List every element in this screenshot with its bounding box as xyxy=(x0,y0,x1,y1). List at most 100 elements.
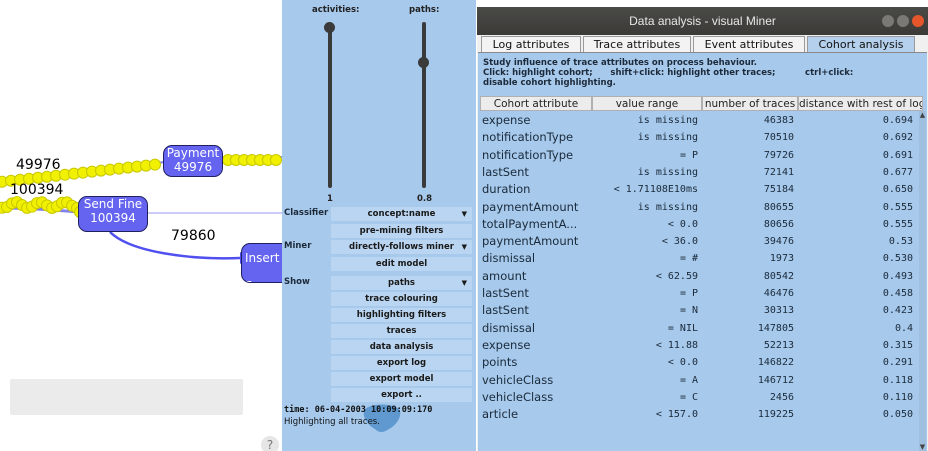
cell-trace-count: 70510 xyxy=(763,132,794,144)
highlighting-filters-button[interactable]: highlighting filters xyxy=(331,308,472,322)
table-row[interactable]: amount < 62.59 80542 0.493 xyxy=(480,268,917,285)
activity-node-insert-fine[interactable]: Insert F xyxy=(241,243,282,283)
table-row[interactable]: duration < 1.71108E10ms 75184 0.650 xyxy=(480,181,917,198)
graph-search-bar[interactable] xyxy=(10,379,243,415)
table-row[interactable]: expense < 11.88 52213 0.315 xyxy=(480,337,917,354)
table-scrollbar[interactable]: ▲ ▼ xyxy=(919,111,926,451)
activity-node-payment[interactable]: Payment 49976 xyxy=(163,145,223,177)
column-header-value-range[interactable]: value range xyxy=(592,96,702,111)
export-model-button[interactable]: export model xyxy=(331,372,472,386)
cell-distance: 0.4 xyxy=(894,322,913,334)
scroll-down-icon[interactable]: ▼ xyxy=(919,443,926,451)
node-count: 49976 xyxy=(173,160,213,174)
description-line: ctrl+click: xyxy=(805,68,854,78)
cell-trace-count: 46383 xyxy=(763,115,794,126)
cell-trace-count: 146712 xyxy=(757,374,794,386)
activities-slider-handle[interactable] xyxy=(324,22,335,33)
table-row[interactable]: paymentAmount is missing 80655 0.555 xyxy=(480,199,917,216)
description-line: shift+click: highlight other traces; xyxy=(610,68,776,78)
trace-colouring-button[interactable]: trace colouring xyxy=(331,292,472,306)
data-analysis-button[interactable]: data analysis xyxy=(331,340,472,354)
help-icon[interactable]: ? xyxy=(261,436,279,451)
close-icon[interactable] xyxy=(912,15,924,27)
cell-attribute: article xyxy=(482,407,519,422)
cell-distance: 0.555 xyxy=(882,218,913,230)
cell-attribute: points xyxy=(482,355,518,370)
cell-distance: 0.555 xyxy=(882,201,913,213)
tab-cohort-analysis[interactable]: Cohort analysis xyxy=(807,36,915,53)
table-row[interactable]: totalPaymentA... < 0.0 80656 0.555 xyxy=(480,216,917,233)
export-log-button[interactable]: export log xyxy=(331,356,472,370)
cell-value-range: < 157.0 xyxy=(655,409,698,421)
table-row[interactable]: article < 157.0 119225 0.050 xyxy=(480,406,917,423)
minimize-icon[interactable] xyxy=(882,15,894,27)
tab-log-attributes[interactable]: Log attributes xyxy=(481,36,581,52)
cell-distance: 0.650 xyxy=(882,184,913,196)
cell-value-range: is missing xyxy=(637,115,698,126)
cell-distance: 0.315 xyxy=(882,339,913,351)
description-line: disable cohort highlighting. xyxy=(483,78,616,88)
cell-trace-count: 30313 xyxy=(763,305,794,317)
activity-node-send-fine[interactable]: Send Fine 100394 xyxy=(78,196,148,232)
cell-trace-count: 146822 xyxy=(757,357,794,369)
table-row[interactable]: lastSent is missing 72141 0.677 xyxy=(480,164,917,181)
edit-model-button[interactable]: edit model xyxy=(331,257,472,271)
paths-slider-label: paths: xyxy=(409,5,440,15)
window-titlebar[interactable]: Data analysis - visual Miner xyxy=(477,7,928,35)
export-more-button[interactable]: export .. xyxy=(331,388,472,402)
scroll-up-icon[interactable]: ▲ xyxy=(919,111,926,119)
cell-value-range: = NIL xyxy=(667,322,698,334)
table-row[interactable]: lastSent = P 46476 0.458 xyxy=(480,285,917,302)
maximize-icon[interactable] xyxy=(897,15,909,27)
cell-value-range: < 0.0 xyxy=(667,218,698,230)
cell-value-range: = C xyxy=(679,391,698,403)
node-label: Send Fine xyxy=(83,197,143,211)
column-header-traces[interactable]: number of traces xyxy=(702,96,798,111)
activities-slider-track[interactable] xyxy=(328,22,332,188)
table-row[interactable]: paymentAmount < 36.0 39476 0.53 xyxy=(480,233,917,250)
cell-trace-count: 147805 xyxy=(757,322,794,334)
process-graph-canvas[interactable]: Payment 49976 Send Fine 100394 Insert F … xyxy=(0,0,282,451)
traces-button[interactable]: traces xyxy=(331,324,472,338)
cell-distance: 0.423 xyxy=(882,305,913,317)
paths-slider-track[interactable] xyxy=(422,22,426,188)
miner-dropdown[interactable]: directly-follows miner ▼ xyxy=(331,240,472,254)
table-row[interactable]: dismissal = NIL 147805 0.4 xyxy=(480,320,917,337)
classifier-dropdown[interactable]: concept:name ▼ xyxy=(331,207,472,221)
cell-distance: 0.694 xyxy=(882,115,913,126)
screen: Payment 49976 Send Fine 100394 Insert F … xyxy=(0,0,928,451)
table-row[interactable]: dismissal = # 1973 0.530 xyxy=(480,250,917,267)
node-label: Insert F xyxy=(245,251,280,282)
cell-value-range: < 1.71108E10ms xyxy=(613,184,698,196)
pre-mining-filters-button[interactable]: pre-mining filters xyxy=(331,224,472,238)
cell-attribute: vehicleClass xyxy=(482,389,554,404)
cell-attribute: notificationType xyxy=(482,130,574,145)
cell-value-range: is missing xyxy=(637,132,698,144)
cell-value-range: = # xyxy=(679,253,698,265)
table-row[interactable]: expense is missing 46383 0.694 xyxy=(480,112,917,129)
cell-distance: 0.493 xyxy=(882,270,913,282)
cell-attribute: dismissal xyxy=(482,251,536,266)
table-row[interactable]: points < 0.0 146822 0.291 xyxy=(480,354,917,371)
edge-label: 79860 xyxy=(171,228,216,244)
column-header-attribute[interactable]: Cohort attribute xyxy=(480,96,592,111)
miner-value: directly-follows miner xyxy=(349,242,454,252)
table-row[interactable]: vehicleClass = C 2456 0.110 xyxy=(480,389,917,406)
cell-trace-count: 79726 xyxy=(763,149,794,161)
show-dropdown[interactable]: paths ▼ xyxy=(331,276,472,290)
table-row[interactable]: notificationType = P 79726 0.691 xyxy=(480,147,917,164)
trace-token xyxy=(270,154,282,166)
tab-event-attributes[interactable]: Event attributes xyxy=(693,36,805,52)
paths-slider-handle[interactable] xyxy=(418,57,429,68)
cell-value-range: < 36.0 xyxy=(661,236,698,248)
cell-value-range: is missing xyxy=(637,201,698,213)
table-row[interactable]: lastSent = N 30313 0.423 xyxy=(480,302,917,319)
cell-trace-count: 72141 xyxy=(763,166,794,178)
tab-trace-attributes[interactable]: Trace attributes xyxy=(583,36,691,52)
cell-attribute: lastSent xyxy=(482,303,529,318)
cell-distance: 0.110 xyxy=(882,391,913,403)
table-row[interactable]: vehicleClass = A 146712 0.118 xyxy=(480,372,917,389)
column-header-distance[interactable]: distance with rest of log xyxy=(798,96,923,111)
cell-attribute: dismissal xyxy=(482,320,536,335)
table-row[interactable]: notificationType is missing 70510 0.692 xyxy=(480,129,917,146)
